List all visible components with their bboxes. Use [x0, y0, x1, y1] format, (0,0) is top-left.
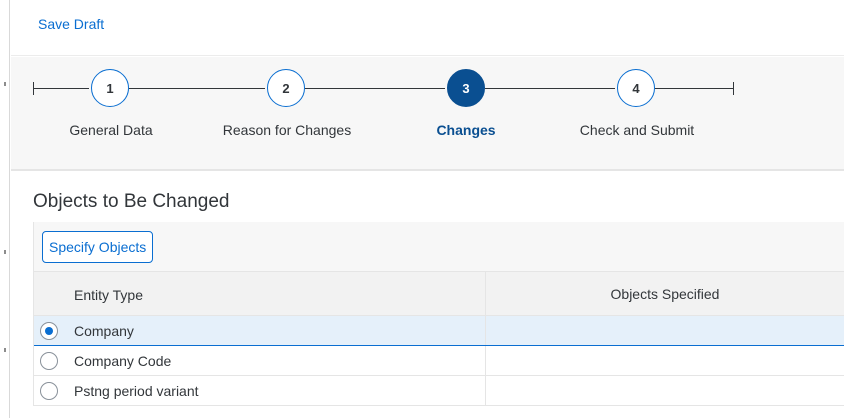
save-draft-link[interactable]: Save Draft: [38, 16, 104, 32]
wizard-step-1[interactable]: 1: [91, 69, 129, 107]
wizard-connector: [305, 88, 445, 89]
rail-tick: [4, 250, 6, 254]
wizard-connector: [33, 88, 89, 89]
column-header-entity-type: Entity Type: [74, 287, 144, 303]
wizard-connector: [129, 88, 265, 89]
wizard-step-label[interactable]: General Data: [69, 122, 152, 138]
wizard-step-label[interactable]: Reason for Changes: [223, 122, 351, 138]
wizard-step-number: 4: [632, 80, 640, 96]
column-header-objects-specified: Objects Specified: [610, 286, 720, 302]
rail-tick: [4, 82, 6, 86]
rail-tick: [4, 348, 6, 352]
wizard-step-number: 1: [106, 80, 114, 96]
wizard-step-number: 2: [282, 80, 290, 96]
table-header: Entity Type Objects Specified: [34, 272, 844, 316]
wizard-step-label[interactable]: Check and Submit: [580, 122, 694, 138]
radio-selected-dot: [45, 327, 53, 335]
entity-type-cell: Company: [74, 323, 134, 339]
wizard-connector: [485, 88, 615, 89]
wizard-end-cap: [733, 82, 734, 95]
objects-specified-cell: [485, 316, 844, 345]
objects-specified-cell: [485, 346, 844, 375]
wizard-connector: [655, 88, 733, 89]
table-row[interactable]: Company Code: [34, 346, 844, 376]
specify-objects-button[interactable]: Specify Objects: [42, 231, 154, 263]
row-radio-button[interactable]: [40, 322, 58, 340]
wizard-step-2[interactable]: 2: [267, 69, 305, 107]
header-bar: Save Draft: [11, 0, 844, 56]
table-toolbar: Specify Objects: [34, 222, 844, 272]
wizard-step-3[interactable]: 3: [447, 69, 485, 107]
row-radio-button[interactable]: [40, 352, 58, 370]
row-radio-button[interactable]: [40, 382, 58, 400]
table-row[interactable]: Company: [34, 316, 844, 346]
section-title: Objects to Be Changed: [33, 191, 230, 212]
objects-specified-cell: [485, 376, 844, 405]
wizard-step-number: 3: [462, 80, 470, 96]
objects-table: Specify Objects Entity Type Objects Spec…: [33, 222, 844, 406]
left-rail: [0, 0, 10, 418]
wizard-progress: 1 2 3 4 General Data Reason for Changes …: [11, 57, 844, 171]
entity-type-cell: Company Code: [74, 353, 172, 369]
table-row[interactable]: Pstng period variant: [34, 376, 844, 406]
wizard-step-4[interactable]: 4: [617, 69, 655, 107]
entity-type-cell: Pstng period variant: [74, 383, 199, 399]
wizard-step-label[interactable]: Changes: [436, 122, 495, 138]
